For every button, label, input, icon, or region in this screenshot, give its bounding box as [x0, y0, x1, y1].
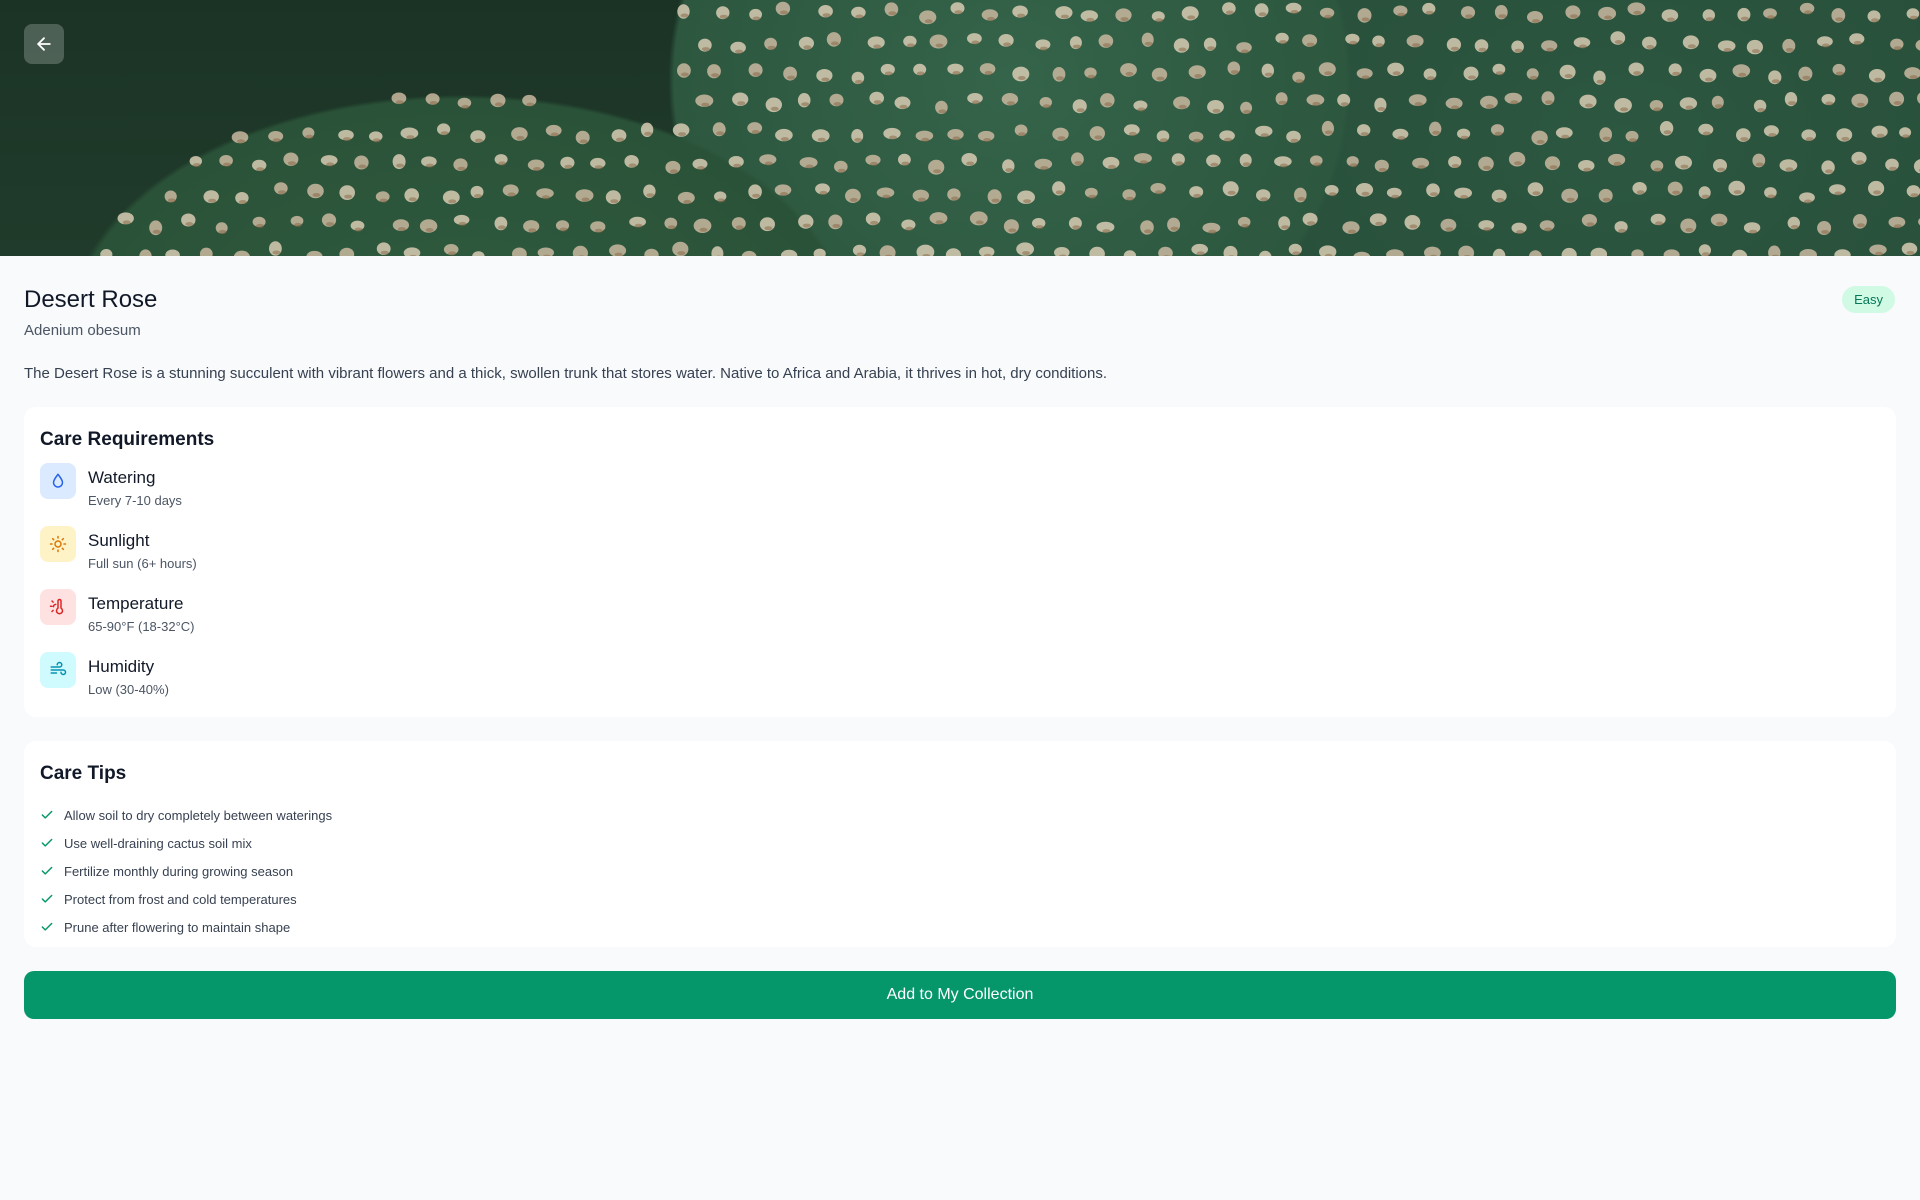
back-button[interactable]	[24, 24, 64, 64]
scientific-name: Adenium obesum	[24, 322, 141, 339]
plant-name: Desert Rose	[24, 286, 158, 313]
care-item-label: Sunlight	[88, 531, 150, 550]
tip-text: Fertilize monthly during growing season	[64, 863, 294, 879]
tip-text: Protect from frost and cold temperatures	[64, 891, 297, 907]
check-icon	[41, 838, 53, 847]
hero-image	[0, 0, 1920, 256]
tip-text: Allow soil to dry completely between wat…	[64, 807, 333, 823]
tip-item: Protect from frost and cold temperatures	[40, 885, 1880, 913]
add-to-collection-button[interactable]: Add to My Collection	[24, 971, 1896, 1019]
tip-text: Prune after flowering to maintain shape	[64, 919, 291, 935]
tip-item: Fertilize monthly during growing season	[40, 857, 1880, 885]
care-tips-list: Allow soil to dry completely between wat…	[40, 801, 1880, 941]
plant-details: Desert Rose Easy Adenium obesum The Dese…	[0, 256, 1920, 1019]
wind-icon	[40, 652, 76, 688]
care-item-value: Full sun (6+ hours)	[88, 556, 197, 571]
sun-icon	[40, 526, 76, 562]
cactus-texture	[100, 1, 1920, 256]
care-item-label: Humidity	[88, 657, 155, 676]
tip-item: Prune after flowering to maintain shape	[40, 913, 1880, 941]
thermometer-sun-icon	[40, 589, 76, 625]
care-tips-card: Care Tips Allow soil to dry completely b…	[24, 741, 1896, 947]
care-item-humidity: Humidity Low (30-40%)	[40, 652, 1880, 715]
care-item-temperature: Temperature 65-90°F (18-32°C)	[40, 589, 1880, 652]
plant-description: The Desert Rose is a stunning succulent …	[24, 365, 1108, 382]
water-drop-icon	[40, 463, 76, 499]
care-item-sunlight: Sunlight Full sun (6+ hours)	[40, 526, 1880, 589]
care-tips-title: Care Tips	[40, 763, 127, 784]
care-item-value: Every 7-10 days	[88, 493, 182, 508]
tip-item: Allow soil to dry completely between wat…	[40, 801, 1880, 829]
care-requirements-card: Care Requirements Watering Every 7-10 da…	[24, 407, 1896, 717]
care-requirements-list: Watering Every 7-10 days Sunlight Full s…	[40, 463, 1880, 715]
tip-item: Use well-draining cactus soil mix	[40, 829, 1880, 857]
check-icon	[41, 866, 53, 875]
arrow-left-icon	[37, 37, 51, 51]
care-item-value: 65-90°F (18-32°C)	[88, 619, 195, 634]
check-icon	[41, 894, 53, 903]
care-item-label: Watering	[88, 468, 156, 487]
tip-text: Use well-draining cactus soil mix	[64, 835, 252, 851]
care-item-value: Low (30-40%)	[88, 682, 169, 697]
care-requirements-title: Care Requirements	[40, 429, 215, 450]
check-icon	[41, 810, 53, 819]
difficulty-badge: Easy	[1842, 286, 1895, 313]
care-item-watering: Watering Every 7-10 days	[40, 463, 1880, 526]
title-row: Desert Rose Easy	[24, 280, 1896, 316]
care-item-label: Temperature	[88, 594, 184, 613]
check-icon	[41, 922, 53, 931]
